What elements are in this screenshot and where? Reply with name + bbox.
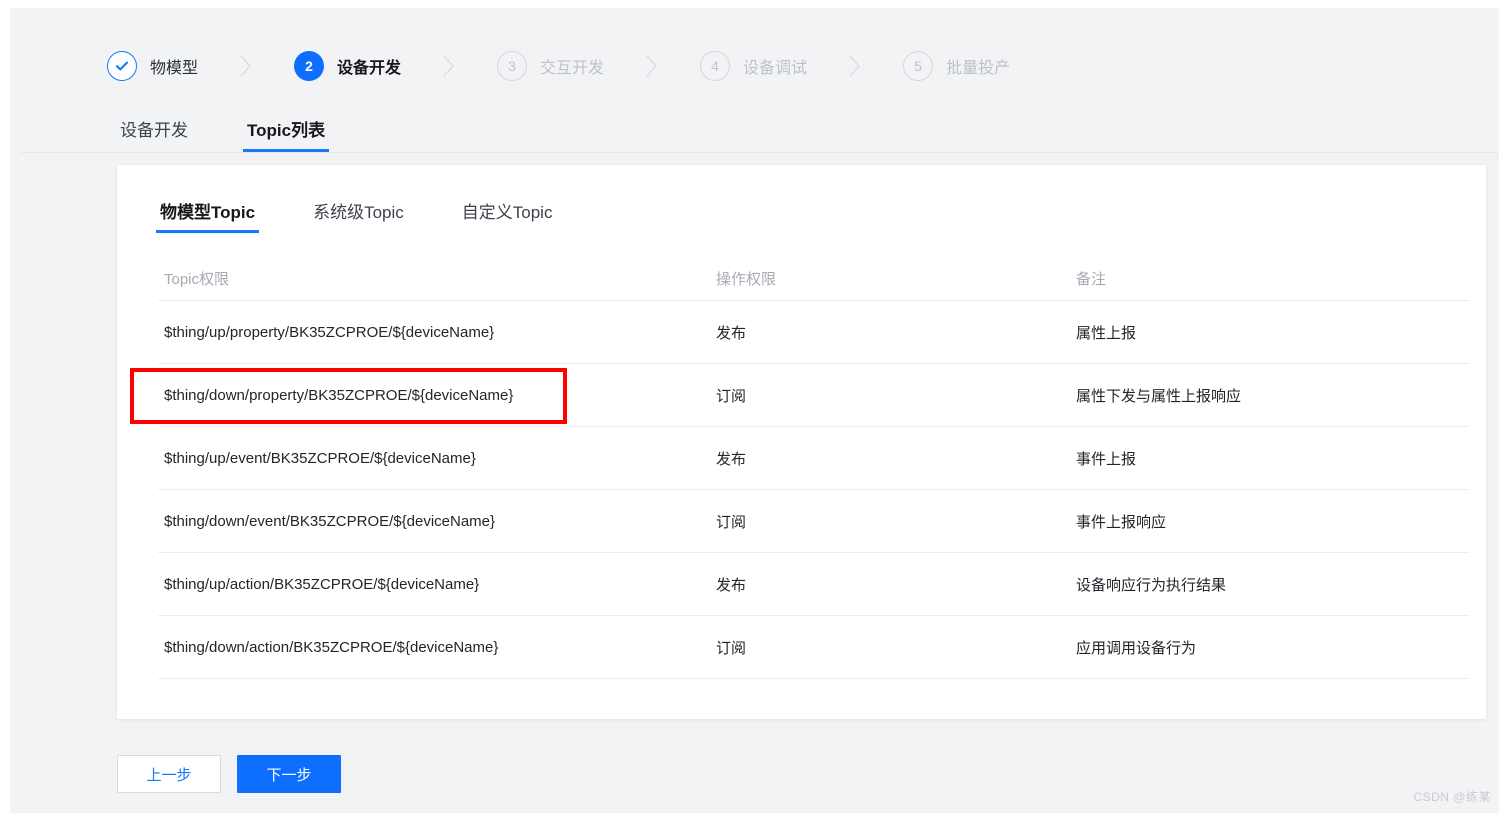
step-3-label: 交互开发 (540, 60, 605, 77)
next-step-button[interactable]: 下一步 (237, 755, 341, 793)
outer-tab-bar: 设备开发 Topic列表 (118, 112, 330, 152)
tab-device-development[interactable]: 设备开发 (118, 116, 190, 152)
cell-topic: $thing/up/action/BK35ZCPROE/${deviceName… (164, 575, 480, 593)
progress-stepper: 物模型 2 设备开发 3 交互开发 4 设备调试 5 批量投产 (107, 40, 1010, 92)
step-4-label: 设备调试 (743, 60, 808, 77)
chevron-right-icon (439, 51, 459, 81)
step-1-label: 物模型 (150, 60, 199, 77)
step-item-4[interactable]: 4 设备调试 (700, 40, 807, 92)
table-row[interactable]: $thing/down/event/BK35ZCPROE/${deviceNam… (158, 490, 1469, 553)
topic-table: Topic权限 操作权限 备注 $thing/up/property/BK35Z… (158, 256, 1469, 679)
cell-permission: 发布 (716, 450, 747, 468)
cell-permission: 订阅 (716, 513, 747, 531)
tab-topic-list[interactable]: Topic列表 (242, 116, 330, 152)
step-item-1[interactable]: 物模型 (107, 40, 198, 92)
chevron-right-icon (642, 51, 662, 81)
column-header-remark: 备注 (1076, 270, 1107, 288)
step-separator-1 (198, 40, 294, 92)
step-2-label: 设备开发 (337, 60, 402, 77)
chevron-right-icon (845, 51, 865, 81)
step-separator-2 (401, 40, 497, 92)
cell-topic: $thing/down/property/BK35ZCPROE/${device… (164, 386, 514, 404)
tab-thing-model-topic[interactable]: 物模型Topic (155, 198, 260, 233)
page-root: 物模型 2 设备开发 3 交互开发 4 设备调试 5 批量投产 设备开发 Top… (10, 8, 1499, 813)
inner-tab-bar: 物模型Topic 系统级Topic 自定义Topic (155, 198, 555, 233)
check-icon (114, 58, 130, 74)
watermark-text: CSDN @练某 (1413, 790, 1491, 804)
table-header-row: Topic权限 操作权限 备注 (158, 256, 1469, 301)
outer-tab-divider (20, 152, 1499, 153)
cell-topic: $thing/down/event/BK35ZCPROE/${deviceNam… (164, 512, 496, 530)
cell-topic: $thing/down/action/BK35ZCPROE/${deviceNa… (164, 638, 499, 656)
table-row[interactable]: $thing/up/action/BK35ZCPROE/${deviceName… (158, 553, 1469, 616)
cell-remark: 事件上报响应 (1076, 513, 1167, 531)
cell-remark: 应用调用设备行为 (1076, 639, 1197, 657)
step-5-number-badge: 5 (903, 51, 934, 81)
step-5-label: 批量投产 (946, 60, 1011, 77)
step-3-number-badge: 3 (497, 51, 528, 81)
step-item-3[interactable]: 3 交互开发 (497, 40, 604, 92)
table-row[interactable]: $thing/down/action/BK35ZCPROE/${deviceNa… (158, 616, 1469, 679)
step-4-number-badge: 4 (700, 51, 731, 81)
table-row[interactable]: $thing/up/property/BK35ZCPROE/${deviceNa… (158, 301, 1469, 364)
cell-topic: $thing/up/event/BK35ZCPROE/${deviceName} (164, 449, 476, 467)
tab-system-topic[interactable]: 系统级Topic (311, 198, 406, 233)
cell-remark: 设备响应行为执行结果 (1076, 576, 1227, 594)
step-2-number-badge: 2 (294, 51, 325, 81)
cell-remark: 事件上报 (1076, 450, 1137, 468)
step-item-5[interactable]: 5 批量投产 (903, 40, 1010, 92)
cell-permission: 订阅 (716, 387, 747, 405)
table-row[interactable]: $thing/down/property/BK35ZCPROE/${device… (158, 364, 1469, 427)
cell-remark: 属性下发与属性上报响应 (1076, 387, 1242, 405)
cell-permission: 订阅 (716, 639, 747, 657)
step-separator-3 (604, 40, 700, 92)
wizard-footer: 上一步 下一步 (117, 755, 341, 793)
topic-list-card: 物模型Topic 系统级Topic 自定义Topic Topic权限 操作权限 … (117, 165, 1486, 719)
tab-custom-topic[interactable]: 自定义Topic (460, 198, 555, 233)
chevron-right-icon (236, 51, 256, 81)
step-1-check-badge (107, 51, 137, 81)
column-header-operation-permission: 操作权限 (716, 270, 777, 288)
cell-topic: $thing/up/property/BK35ZCPROE/${deviceNa… (164, 323, 495, 341)
cell-remark: 属性上报 (1076, 324, 1137, 342)
cell-permission: 发布 (716, 576, 747, 594)
table-row[interactable]: $thing/up/event/BK35ZCPROE/${deviceName}… (158, 427, 1469, 490)
column-header-topic-permission: Topic权限 (164, 270, 230, 288)
cell-permission: 发布 (716, 324, 747, 342)
previous-step-button[interactable]: 上一步 (117, 755, 221, 793)
step-item-2[interactable]: 2 设备开发 (294, 40, 401, 92)
step-separator-4 (807, 40, 903, 92)
